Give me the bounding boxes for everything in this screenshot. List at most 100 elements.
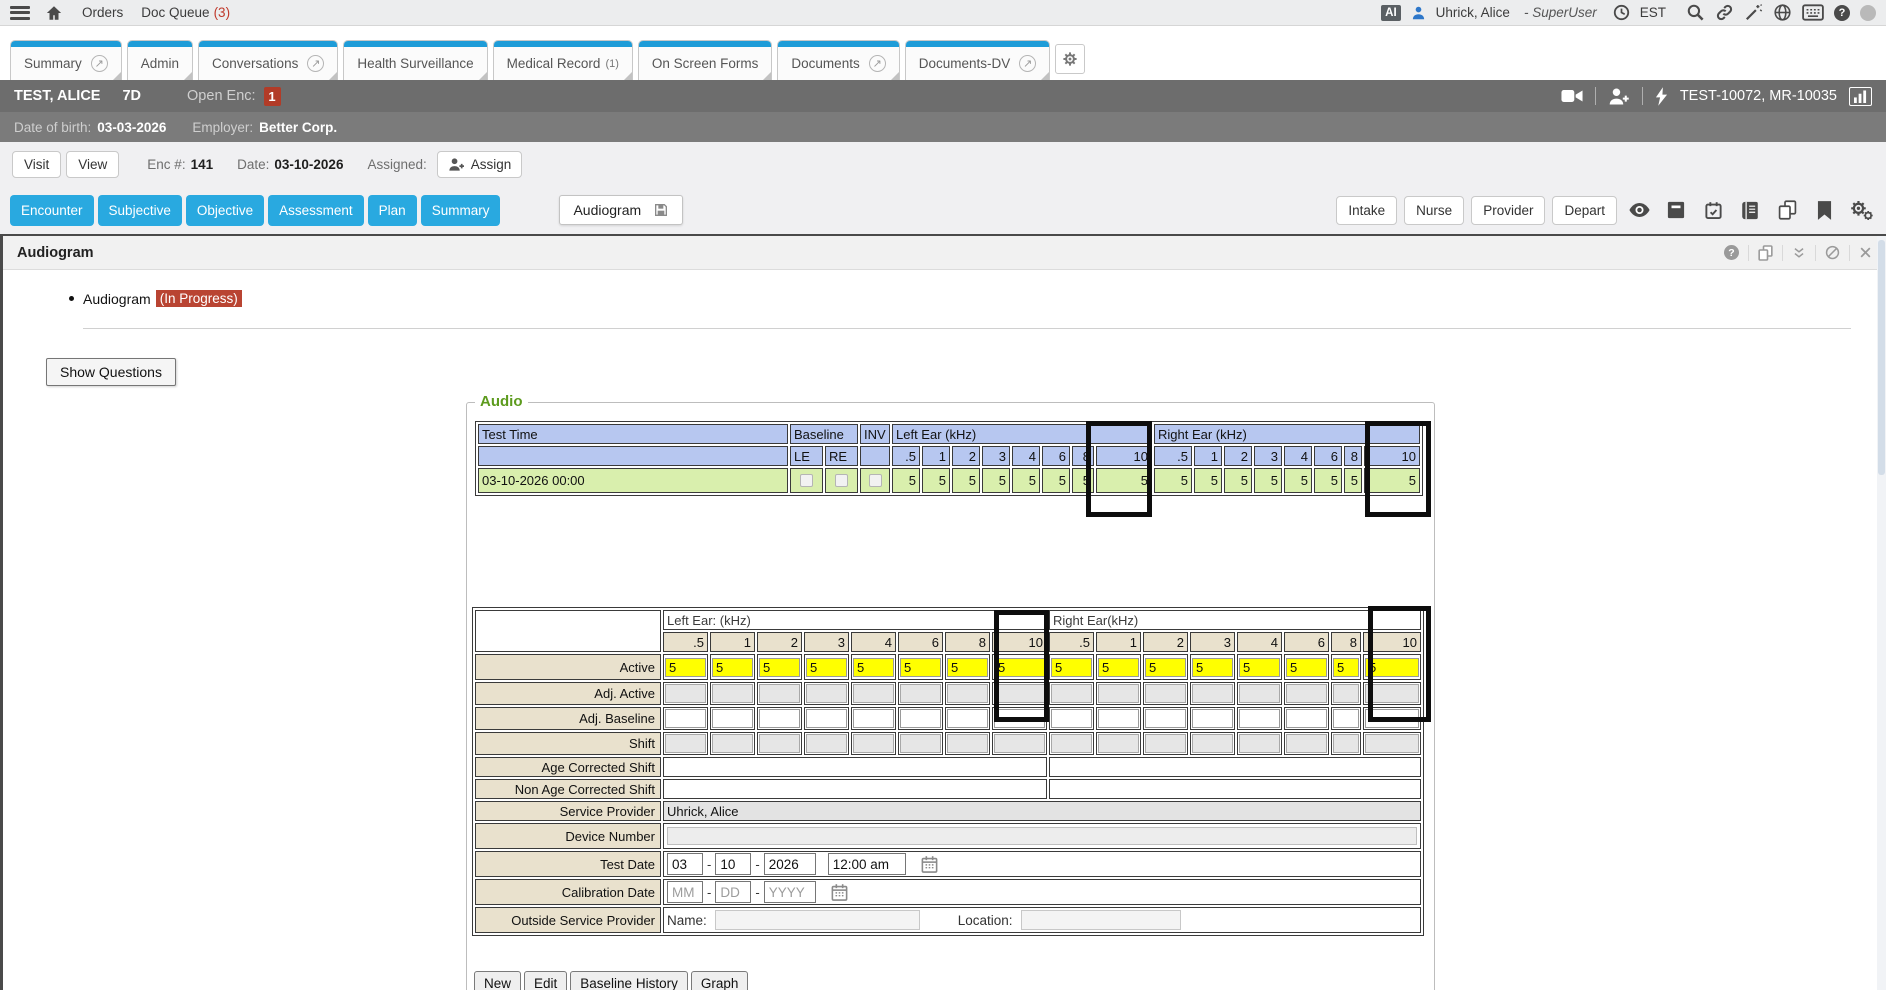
chart-icon[interactable] bbox=[1849, 87, 1872, 106]
user-name[interactable]: Uhrick, Alice bbox=[1436, 5, 1510, 20]
location-input[interactable] bbox=[1021, 910, 1181, 930]
settings-gears-icon[interactable] bbox=[1846, 195, 1876, 225]
stage-button-provider[interactable]: Provider bbox=[1471, 196, 1545, 225]
shift-input[interactable] bbox=[900, 734, 941, 753]
preview-eye-icon[interactable] bbox=[1624, 195, 1654, 225]
adj-active-input[interactable] bbox=[1145, 684, 1186, 703]
stage-button-intake[interactable]: Intake bbox=[1336, 196, 1397, 225]
tab-conversations[interactable]: Conversations↗ bbox=[198, 40, 338, 80]
ai-badge[interactable]: AI bbox=[1381, 5, 1401, 21]
globe-icon[interactable] bbox=[1773, 3, 1792, 22]
shift-input[interactable] bbox=[1192, 734, 1233, 753]
adj-active-input[interactable] bbox=[1365, 684, 1419, 703]
adj-baseline-input[interactable] bbox=[1239, 709, 1280, 728]
date-input-0[interactable]: 03 bbox=[667, 853, 703, 875]
tab-admin[interactable]: Admin bbox=[127, 40, 193, 80]
active-input[interactable]: 5 bbox=[1192, 658, 1233, 677]
visit-button[interactable]: Visit bbox=[12, 151, 61, 178]
active-input[interactable]: 5 bbox=[1239, 658, 1280, 677]
button-baseline-history[interactable]: Baseline History bbox=[570, 971, 688, 990]
active-input[interactable]: 5 bbox=[712, 658, 753, 677]
non-age-corrected-shift-left-field[interactable] bbox=[663, 779, 1047, 799]
view-button[interactable]: View bbox=[66, 151, 119, 178]
popout-icon[interactable]: ↗ bbox=[307, 55, 324, 72]
date-input-1[interactable]: 10 bbox=[715, 853, 751, 875]
adj-baseline-input[interactable] bbox=[900, 709, 941, 728]
active-input[interactable]: 5 bbox=[1051, 658, 1092, 677]
nav-button-subjective[interactable]: Subjective bbox=[98, 195, 182, 226]
shift-input[interactable] bbox=[1051, 734, 1092, 753]
stage-button-depart[interactable]: Depart bbox=[1552, 196, 1617, 225]
tab-documents-dv[interactable]: Documents-DV↗ bbox=[905, 40, 1051, 80]
shift-input[interactable] bbox=[759, 734, 800, 753]
baseline-re-checkbox[interactable] bbox=[835, 474, 848, 487]
name-input[interactable] bbox=[715, 910, 920, 930]
shift-input[interactable] bbox=[1333, 734, 1359, 753]
active-input[interactable]: 5 bbox=[806, 658, 847, 677]
document-tab-audiogram[interactable]: Audiogram bbox=[559, 195, 683, 225]
save-icon[interactable] bbox=[653, 202, 669, 218]
adj-baseline-input[interactable] bbox=[1098, 709, 1139, 728]
adj-active-input[interactable] bbox=[1051, 684, 1092, 703]
tab-medical-record[interactable]: Medical Record(1) bbox=[493, 40, 633, 80]
shift-input[interactable] bbox=[1365, 734, 1419, 753]
shift-input[interactable] bbox=[806, 734, 847, 753]
active-input[interactable]: 5 bbox=[994, 658, 1045, 677]
tab-summary[interactable]: Summary↗ bbox=[10, 40, 122, 80]
calendar-icon[interactable] bbox=[920, 855, 939, 874]
baseline-le-checkbox[interactable] bbox=[800, 474, 813, 487]
adj-active-input[interactable] bbox=[806, 684, 847, 703]
book-icon[interactable] bbox=[1735, 195, 1765, 225]
shift-input[interactable] bbox=[712, 734, 753, 753]
scrollbar-thumb[interactable] bbox=[1878, 240, 1885, 475]
date-placeholder-2[interactable]: YYYY bbox=[764, 881, 816, 903]
shift-input[interactable] bbox=[1098, 734, 1139, 753]
tab-health-surveillance[interactable]: Health Surveillance bbox=[343, 40, 487, 80]
device-number-input[interactable] bbox=[667, 827, 1417, 845]
adj-active-input[interactable] bbox=[947, 684, 988, 703]
non-age-corrected-shift-right-field[interactable] bbox=[1049, 779, 1421, 799]
audiogram-link[interactable]: Audiogram bbox=[83, 291, 151, 307]
adj-baseline-input[interactable] bbox=[1145, 709, 1186, 728]
copy-pages-icon[interactable] bbox=[1772, 195, 1802, 225]
calendar-check-icon[interactable] bbox=[1698, 195, 1728, 225]
section-copy-icon[interactable] bbox=[1758, 245, 1773, 261]
audiogram-list-item[interactable]: Audiogram (In Progress) bbox=[69, 290, 242, 307]
nav-button-summary[interactable]: Summary bbox=[421, 195, 501, 226]
adj-active-input[interactable] bbox=[900, 684, 941, 703]
archive-icon[interactable] bbox=[1661, 195, 1691, 225]
active-input[interactable]: 5 bbox=[665, 658, 706, 677]
adj-baseline-input[interactable] bbox=[806, 709, 847, 728]
active-input[interactable]: 5 bbox=[1286, 658, 1327, 677]
tab-documents[interactable]: Documents↗ bbox=[777, 40, 899, 80]
search-icon[interactable] bbox=[1686, 3, 1705, 22]
vertical-scrollbar[interactable] bbox=[1877, 236, 1886, 990]
help-icon[interactable]: ? bbox=[1834, 5, 1850, 21]
link-icon[interactable] bbox=[1715, 3, 1734, 22]
adj-active-input[interactable] bbox=[1098, 684, 1139, 703]
date-input-2[interactable]: 2026 bbox=[764, 853, 816, 875]
stage-button-nurse[interactable]: Nurse bbox=[1404, 196, 1464, 225]
popout-icon[interactable]: ↗ bbox=[91, 55, 108, 72]
tab-on-screen-forms[interactable]: On Screen Forms bbox=[638, 40, 773, 80]
age-corrected-shift-left-field[interactable] bbox=[663, 757, 1047, 777]
cancel-icon[interactable] bbox=[1825, 245, 1840, 260]
adj-baseline-input[interactable] bbox=[1286, 709, 1327, 728]
adj-active-input[interactable] bbox=[1286, 684, 1327, 703]
popout-icon[interactable]: ↗ bbox=[1019, 55, 1036, 72]
adj-baseline-input[interactable] bbox=[1365, 709, 1419, 728]
date-placeholder-1[interactable]: DD bbox=[715, 881, 751, 903]
adj-baseline-input[interactable] bbox=[1333, 709, 1359, 728]
keyboard-icon[interactable] bbox=[1802, 4, 1824, 21]
adj-baseline-input[interactable] bbox=[665, 709, 706, 728]
shift-input[interactable] bbox=[1239, 734, 1280, 753]
person-add-icon[interactable] bbox=[1608, 88, 1630, 105]
shift-input[interactable] bbox=[947, 734, 988, 753]
home-icon[interactable] bbox=[44, 4, 64, 22]
open-enc-badge[interactable]: 1 bbox=[264, 87, 281, 106]
bookmark-icon[interactable] bbox=[1809, 195, 1839, 225]
active-input[interactable]: 5 bbox=[1145, 658, 1186, 677]
adj-baseline-input[interactable] bbox=[759, 709, 800, 728]
active-input[interactable]: 5 bbox=[947, 658, 988, 677]
shift-input[interactable] bbox=[853, 734, 894, 753]
